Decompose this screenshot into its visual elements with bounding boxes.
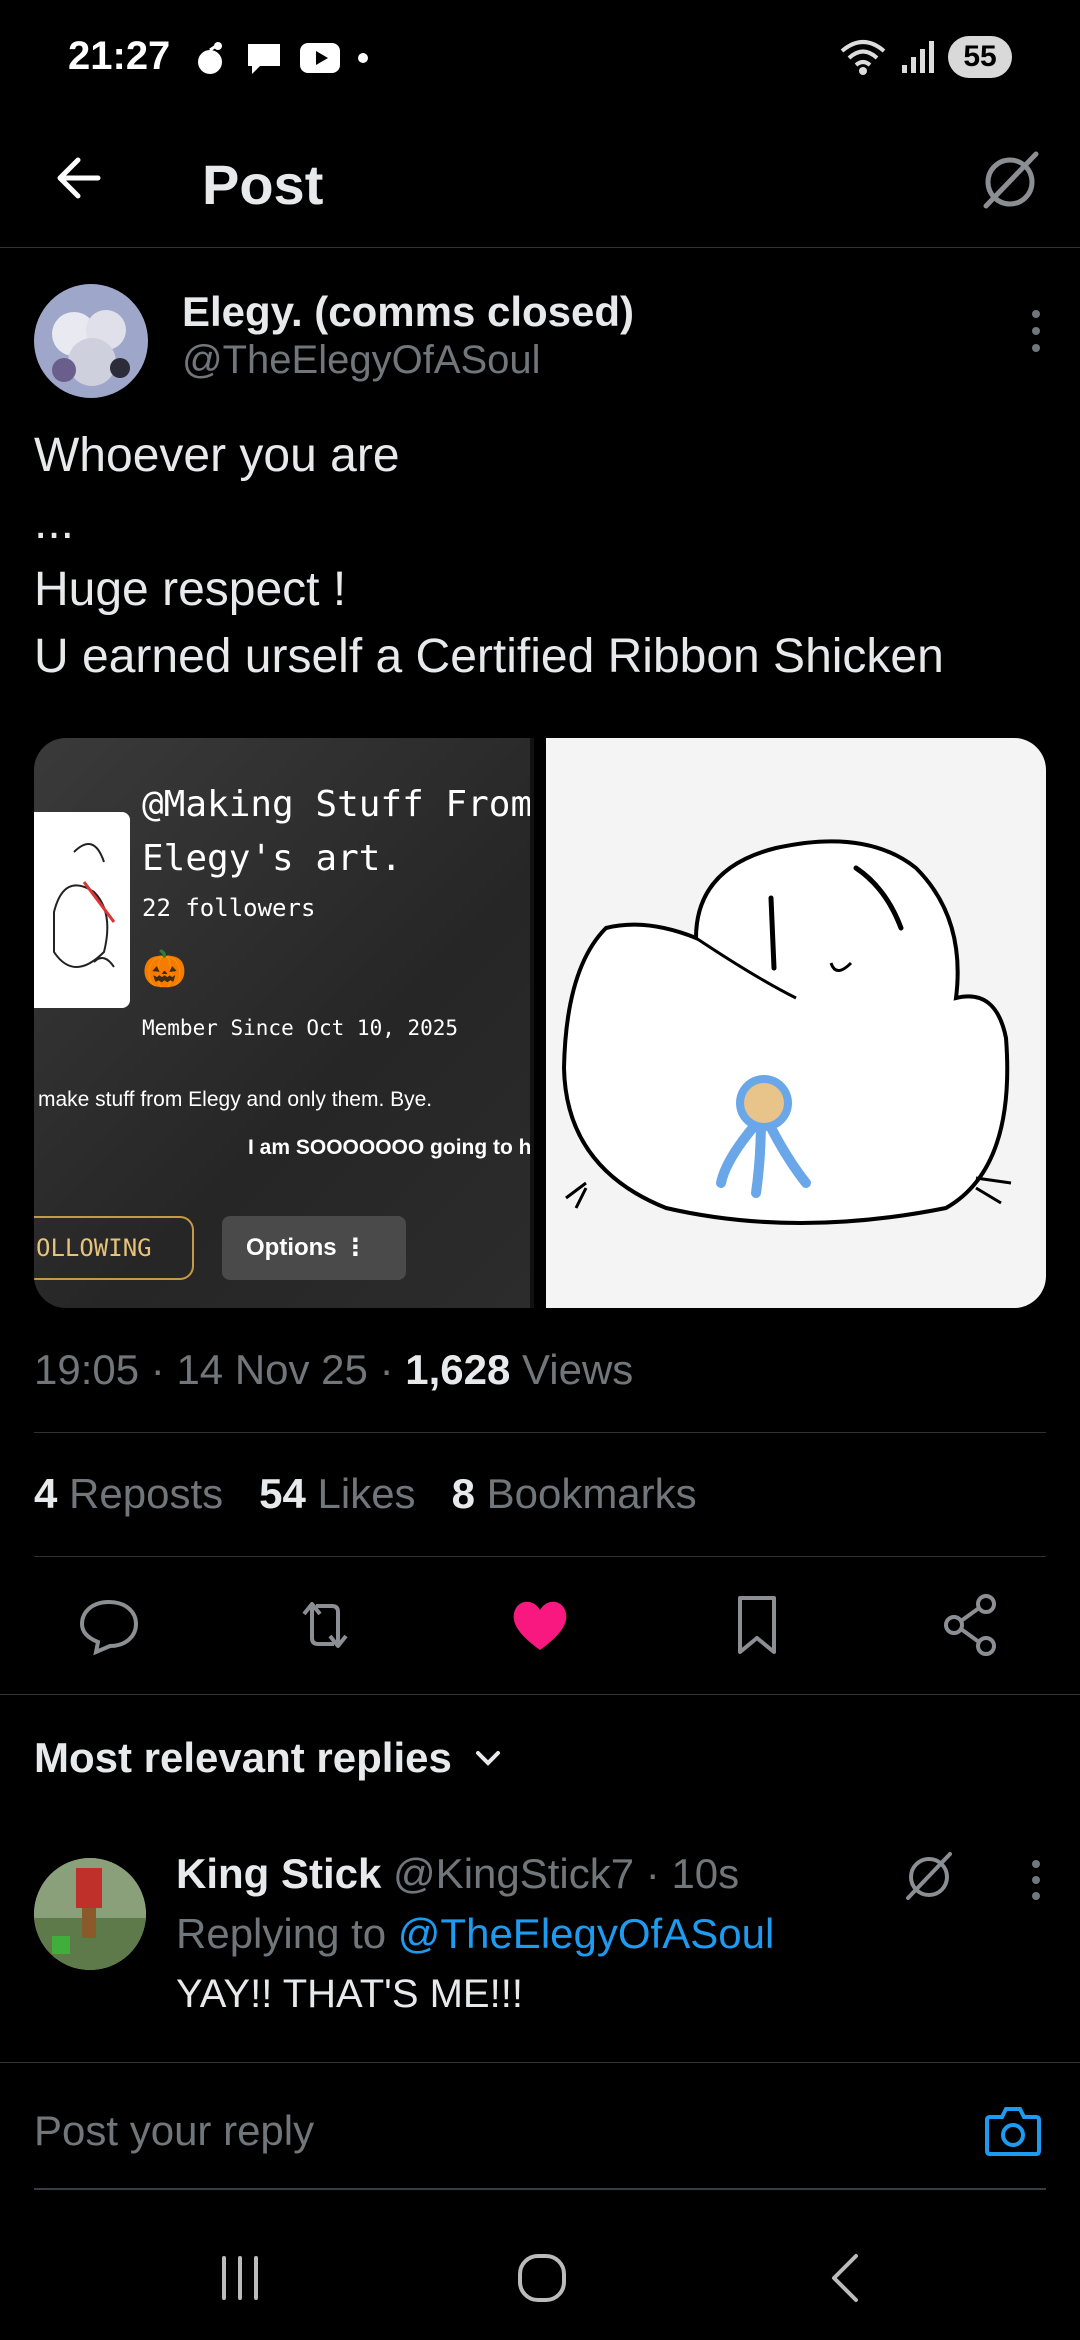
reposts-stat[interactable]: 4 Reposts xyxy=(34,1470,223,1518)
profile-title: @Making Stuff From Elegy's art. xyxy=(142,784,533,879)
likes-label: Likes xyxy=(317,1470,416,1517)
bookmarks-stat[interactable]: 8 Bookmarks xyxy=(452,1470,697,1518)
share-icon[interactable] xyxy=(936,1590,1006,1660)
notification-icons xyxy=(190,40,370,76)
divider xyxy=(0,1694,1080,1695)
profile-followers: 22 followers xyxy=(142,894,316,922)
reposts-label: Reposts xyxy=(69,1470,224,1517)
bookmarks-count: 8 xyxy=(451,1470,475,1517)
more-options-icon[interactable] xyxy=(1026,306,1046,356)
author-handle[interactable]: @TheElegyOfASoul xyxy=(182,338,541,383)
grok-icon[interactable] xyxy=(900,1846,958,1904)
chat-notification-icon xyxy=(248,44,280,74)
replying-to-line: Replying to @TheElegyOfASoul xyxy=(176,1910,774,1958)
more-options-icon[interactable] xyxy=(1026,1858,1046,1902)
replies-sort-label: Most relevant replies xyxy=(34,1734,452,1781)
post-date: 14 Nov 25 xyxy=(176,1346,368,1393)
options-label: Options xyxy=(246,1234,337,1261)
reply-composer: Post your reply xyxy=(0,2062,1080,2198)
youtube-notification-icon xyxy=(300,43,340,73)
profile-thumbnail xyxy=(34,812,130,1008)
reply-input[interactable]: Post your reply xyxy=(34,2107,314,2155)
signal-icon xyxy=(902,41,934,73)
system-status: 55 xyxy=(838,36,1012,78)
profile-member-since: Member Since Oct 10, 2025 xyxy=(142,1016,459,1040)
pumpkin-icon: 🎃 xyxy=(142,948,187,989)
system-navigation-bar xyxy=(0,2200,1080,2340)
bookmark-icon[interactable] xyxy=(722,1590,792,1660)
page-title: Post xyxy=(202,153,324,216)
reposts-count: 4 xyxy=(34,1470,58,1517)
grok-icon[interactable] xyxy=(976,146,1044,214)
views-count: 1,628 xyxy=(405,1346,511,1393)
camera-icon[interactable] xyxy=(984,2105,1042,2157)
reply-header: King Stick @KingStick7 · 10s xyxy=(176,1850,740,1897)
media-image-profile-screenshot[interactable]: @Making Stuff From Elegy's art. 22 follo… xyxy=(34,738,534,1308)
reply-time: 10s xyxy=(671,1850,740,1897)
reply-author-name[interactable]: King Stick xyxy=(176,1850,381,1897)
chevron-down-icon xyxy=(475,1751,500,1766)
post-text: Whoever you are ... Huge respect ! U ear… xyxy=(34,429,944,683)
views-label: Views xyxy=(522,1346,634,1393)
top-app-bar: Post xyxy=(0,118,1080,248)
divider xyxy=(34,1556,1046,1557)
ribbon-shicken-drawing xyxy=(561,839,1012,1225)
reply-text: YAY!! THAT'S ME!!! xyxy=(176,1972,523,2016)
vertical-dots-icon: ⋮ xyxy=(343,1234,368,1261)
reply-author-handle[interactable]: @KingStick7 xyxy=(393,1850,634,1897)
options-button: Options ⋮ xyxy=(222,1216,406,1280)
reply-input-underline xyxy=(34,2188,1046,2190)
bookmarks-label: Bookmarks xyxy=(486,1470,697,1517)
recent-apps-icon[interactable] xyxy=(210,2250,270,2306)
author-name[interactable]: Elegy. (comms closed) xyxy=(182,288,634,336)
battery-indicator: 55 xyxy=(948,36,1012,78)
post-timestamp: 19:05 · 14 Nov 25 · 1,628 Views xyxy=(34,1346,634,1393)
replies-sort-dropdown[interactable]: Most relevant replies xyxy=(34,1734,504,1782)
post-stats: 4 Reposts 54 Likes 8 Bookmarks xyxy=(34,1470,697,1518)
wifi-icon xyxy=(840,40,886,75)
status-time: 21:27 xyxy=(68,34,171,78)
divider xyxy=(34,1432,1046,1433)
home-icon[interactable] xyxy=(512,2250,572,2306)
replying-to-link[interactable]: @TheElegyOfASoul xyxy=(398,1910,774,1957)
like-icon[interactable] xyxy=(505,1590,575,1660)
back-nav-icon[interactable] xyxy=(816,2250,876,2306)
reply-avatar[interactable] xyxy=(34,1858,146,1970)
replying-to-label: Replying to xyxy=(176,1910,387,1957)
post-media[interactable]: @Making Stuff From Elegy's art. 22 follo… xyxy=(34,738,1046,1308)
post-time: 19:05 xyxy=(34,1346,140,1393)
post-actions xyxy=(0,1590,1080,1680)
repost-icon[interactable] xyxy=(290,1590,360,1660)
following-button: OLLOWING xyxy=(34,1216,194,1280)
likes-stat[interactable]: 54 Likes xyxy=(259,1470,415,1518)
profile-bio-line2: I am SOOOOOOO going to h xyxy=(248,1136,532,1159)
reply-icon[interactable] xyxy=(74,1590,144,1660)
reddit-notification-icon xyxy=(198,42,222,74)
author-avatar[interactable] xyxy=(34,284,148,398)
media-image-ribbon-shicken[interactable] xyxy=(546,738,1046,1308)
more-notifications-dot-icon xyxy=(358,53,368,63)
profile-bio: make stuff from Elegy and only them. Bye… xyxy=(38,1088,433,1111)
status-bar: 21:27 55 xyxy=(0,0,1080,118)
media-divider xyxy=(530,738,534,1308)
back-arrow-icon[interactable] xyxy=(48,146,112,210)
likes-count: 54 xyxy=(259,1470,306,1517)
